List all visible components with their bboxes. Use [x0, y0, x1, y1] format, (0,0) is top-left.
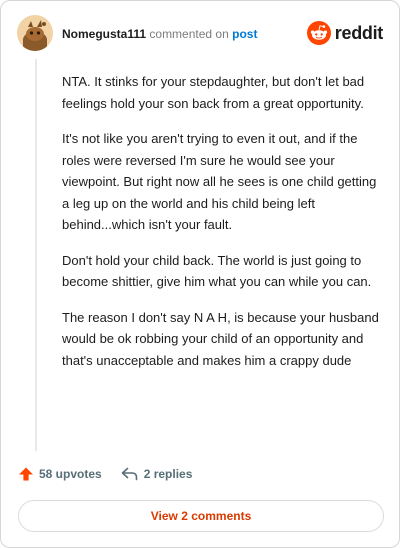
reddit-snoo-icon	[306, 21, 331, 45]
post-link[interactable]: post	[232, 27, 257, 41]
thread-line[interactable]	[35, 59, 37, 451]
reply-arrow-icon	[121, 467, 138, 481]
comment-paragraph: Don't hold your child back. The world is…	[62, 252, 372, 290]
upvote-arrow-icon	[19, 467, 33, 481]
comment-paragraph: It's not like you aren't trying to even …	[62, 131, 377, 232]
view-comments-button[interactable]: View 2 comments	[18, 500, 384, 532]
upvote-button[interactable]: 58 upvotes	[18, 466, 102, 482]
comment-paragraph: The reason I don't say N A H, is because…	[62, 309, 379, 368]
user-avatar[interactable]	[17, 15, 53, 51]
brand-name: reddit	[334, 22, 384, 43]
upvote-count: 58 upvotes	[39, 467, 102, 481]
commented-on-text: commented on	[149, 27, 229, 41]
comment-actions: 58 upvotes 2 replies	[18, 466, 192, 482]
avatar-snoo-icon	[17, 15, 53, 51]
comment-card: Nomegusta111 commented on post reddit NT…	[0, 0, 400, 548]
replies-button[interactable]: 2 replies	[121, 467, 193, 481]
comment-body: NTA. It stinks for your stepdaughter, bu…	[62, 71, 387, 385]
comment-header: Nomegusta111 commented on post	[62, 26, 257, 42]
comment-paragraph: NTA. It stinks for your stepdaughter, bu…	[62, 74, 365, 111]
reddit-logo[interactable]: reddit	[306, 21, 384, 45]
reply-count: 2 replies	[143, 467, 193, 481]
username[interactable]: Nomegusta111	[62, 27, 146, 41]
